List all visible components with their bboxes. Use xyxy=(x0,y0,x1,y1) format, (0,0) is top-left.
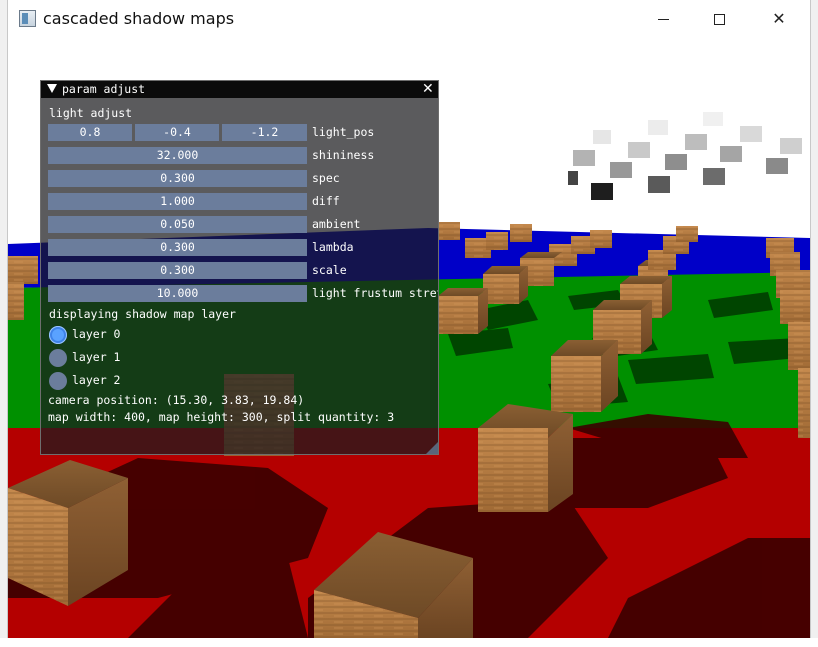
panel-titlebar[interactable]: param adjust ✕ xyxy=(41,81,438,98)
section-light-adjust: light adjust xyxy=(49,106,133,120)
map-info-text: map width: 400, map height: 300, split q… xyxy=(48,410,395,424)
crate-mid xyxy=(551,340,618,412)
scale-label: scale xyxy=(312,263,347,277)
lambda-label: lambda xyxy=(312,240,354,254)
light-frustum-stretch-slider[interactable]: 10.000 xyxy=(48,285,307,302)
minimize-icon[interactable] xyxy=(640,0,686,38)
ambient-label: ambient xyxy=(312,217,361,231)
crate-red-right xyxy=(478,404,573,512)
layer-1-radio[interactable] xyxy=(49,349,67,367)
layer-2-label[interactable]: layer 2 xyxy=(72,373,120,388)
maximize-icon[interactable] xyxy=(696,0,742,38)
lambda-slider[interactable]: 0.300 xyxy=(48,239,307,256)
layer-2-radio[interactable] xyxy=(49,372,67,390)
light-frustum-stretch-label: light frustum stretch xyxy=(312,286,438,300)
param-adjust-panel[interactable]: param adjust ✕ light adjust 0.8 -0.4 -1.… xyxy=(40,80,439,455)
layer-0-radio[interactable] xyxy=(49,326,67,344)
diff-slider[interactable]: 1.000 xyxy=(48,193,307,210)
camera-position-text: camera position: (15.30, 3.83, 19.84) xyxy=(48,393,305,407)
resize-grip-icon[interactable] xyxy=(426,442,438,454)
ambient-slider[interactable]: 0.050 xyxy=(48,216,307,233)
close-icon[interactable]: ✕ xyxy=(756,0,802,38)
layer-1-label[interactable]: layer 1 xyxy=(72,350,120,365)
spec-label: spec xyxy=(312,171,340,185)
spec-slider[interactable]: 0.300 xyxy=(48,170,307,187)
panel-title: param adjust xyxy=(62,82,146,96)
shininess-slider[interactable]: 32.000 xyxy=(48,147,307,164)
layer-0-label[interactable]: layer 0 xyxy=(72,327,120,342)
diff-label: diff xyxy=(312,194,340,208)
section-shadow-layer: displaying shadow map layer xyxy=(49,307,236,321)
window-title: cascaded shadow maps xyxy=(43,9,235,28)
light-pos-x-field[interactable]: 0.8 xyxy=(48,124,132,141)
window-frame-right xyxy=(810,0,818,647)
window-titlebar: cascaded shadow maps ✕ xyxy=(8,0,810,38)
app-icon xyxy=(19,10,36,27)
window-frame-left xyxy=(0,0,8,647)
scale-slider[interactable]: 0.300 xyxy=(48,262,307,279)
collapse-arrow-icon[interactable] xyxy=(47,84,57,93)
shininess-label: shininess xyxy=(312,148,375,162)
close-icon[interactable]: ✕ xyxy=(422,81,434,98)
window-frame-bottom xyxy=(0,638,818,647)
light-pos-label: light_pos xyxy=(312,125,375,139)
light-pos-y-field[interactable]: -0.4 xyxy=(135,124,219,141)
light-pos-z-field[interactable]: -1.2 xyxy=(222,124,307,141)
